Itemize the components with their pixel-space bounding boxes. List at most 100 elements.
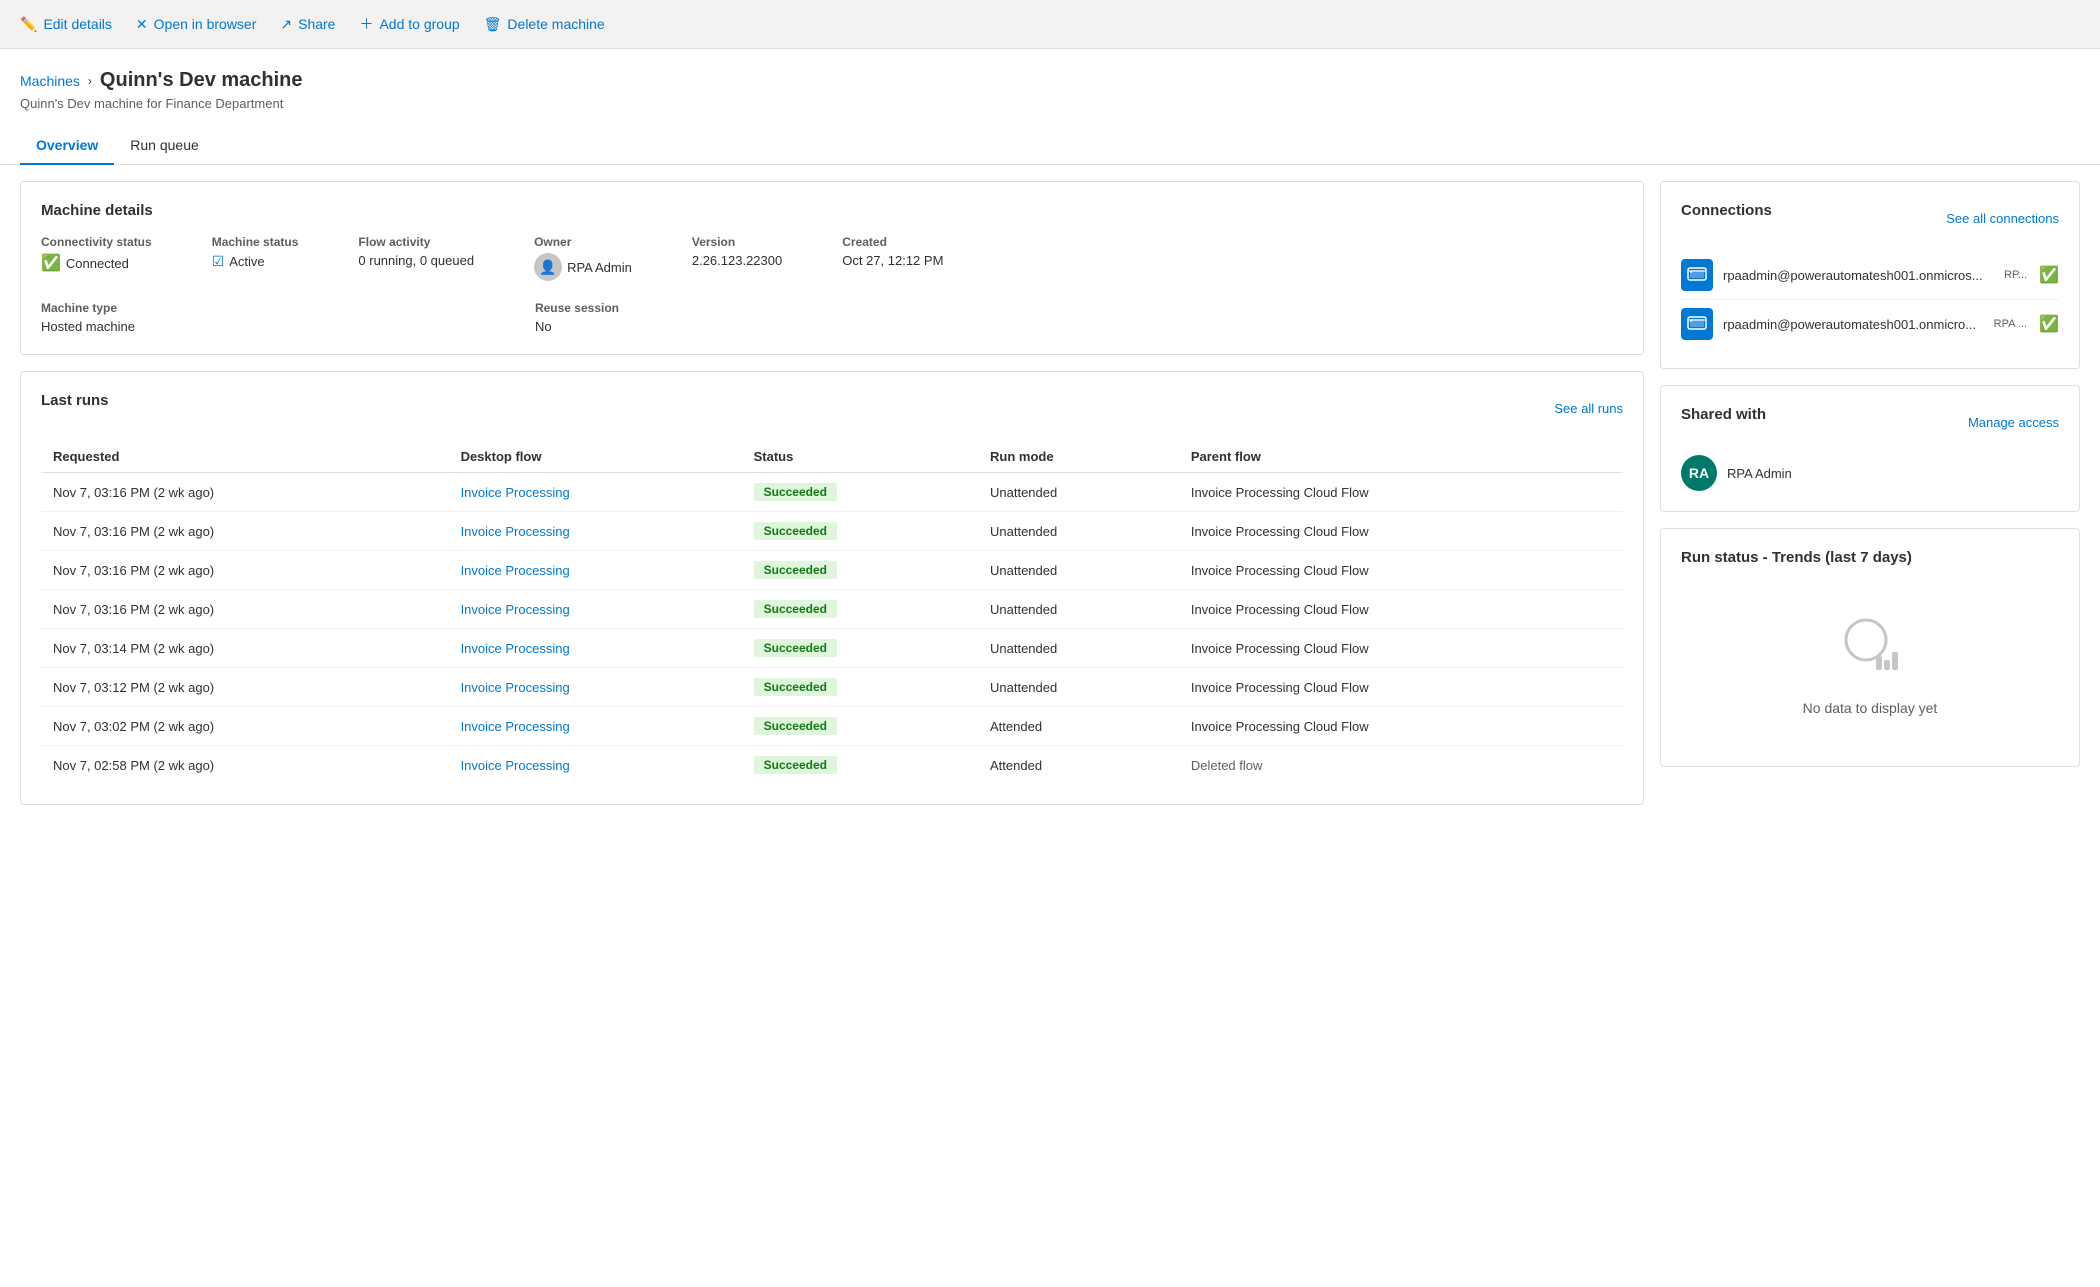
reuse-session-value: No — [535, 319, 619, 334]
col-parent-flow: Parent flow — [1179, 441, 1623, 473]
tab-overview[interactable]: Overview — [20, 127, 114, 165]
cell-parent-flow: Deleted flow — [1179, 746, 1623, 785]
cell-requested: Nov 7, 02:58 PM (2 wk ago) — [41, 746, 449, 785]
table-row: Nov 7, 03:12 PM (2 wk ago) Invoice Proce… — [41, 668, 1623, 707]
cell-desktop-flow[interactable]: Invoice Processing — [449, 746, 742, 785]
toolbar: ✏️ Edit details ✕ Open in browser ↗ Shar… — [0, 0, 2100, 49]
avatar: RA — [1681, 455, 1717, 491]
cell-status: Succeeded — [742, 512, 978, 551]
cell-run-mode: Attended — [978, 707, 1179, 746]
machine-details-row2: Machine type Hosted machine Reuse sessio… — [41, 301, 1623, 334]
table-row: Nov 7, 03:14 PM (2 wk ago) Invoice Proce… — [41, 629, 1623, 668]
connection-badge: RPA ... — [1994, 318, 2027, 330]
cell-status: Succeeded — [742, 590, 978, 629]
cell-desktop-flow[interactable]: Invoice Processing — [449, 473, 742, 512]
machine-type: Machine type Hosted machine — [41, 301, 135, 334]
edit-label: Edit details — [43, 16, 111, 32]
cell-requested: Nov 7, 03:16 PM (2 wk ago) — [41, 473, 449, 512]
breadcrumb-parent[interactable]: Machines — [20, 73, 80, 89]
table-row: Nov 7, 03:16 PM (2 wk ago) Invoice Proce… — [41, 590, 1623, 629]
created-label: Created — [842, 235, 943, 249]
tabs: Overview Run queue — [0, 127, 2100, 165]
see-all-runs-link[interactable]: See all runs — [1554, 401, 1623, 416]
connectivity-status: Connectivity status ✅ Connected — [41, 235, 152, 281]
runs-table: Requested Desktop flow Status Run mode P… — [41, 441, 1623, 784]
table-header-row: Requested Desktop flow Status Run mode P… — [41, 441, 1623, 473]
cell-parent-flow[interactable]: Invoice Processing Cloud Flow — [1179, 512, 1623, 551]
cell-parent-flow[interactable]: Invoice Processing Cloud Flow — [1179, 590, 1623, 629]
version-value: 2.26.123.22300 — [692, 253, 782, 268]
table-row: Nov 7, 03:16 PM (2 wk ago) Invoice Proce… — [41, 473, 1623, 512]
edit-details-button[interactable]: ✏️ Edit details — [20, 12, 112, 37]
connection-item: rpaadmin@powerautomatesh001.onmicros... … — [1681, 251, 2059, 300]
main-content: Machine details Connectivity status ✅ Co… — [0, 165, 2100, 821]
tab-run-queue[interactable]: Run queue — [114, 127, 215, 165]
cell-run-mode: Unattended — [978, 668, 1179, 707]
cell-parent-flow[interactable]: Invoice Processing Cloud Flow — [1179, 629, 1623, 668]
cell-desktop-flow[interactable]: Invoice Processing — [449, 668, 742, 707]
add-group-label: Add to group — [379, 16, 459, 32]
run-status-card: Run status - Trends (last 7 days) No dat… — [1660, 528, 2080, 767]
cell-desktop-flow[interactable]: Invoice Processing — [449, 512, 742, 551]
share-button[interactable]: ↗ Share — [280, 12, 335, 37]
see-all-connections-link[interactable]: See all connections — [1946, 211, 2059, 226]
machine-type-label: Machine type — [41, 301, 135, 315]
machine-status-value: ☑ Active — [212, 253, 299, 270]
connections-list: rpaadmin@powerautomatesh001.onmicros... … — [1681, 251, 2059, 348]
cell-parent-flow[interactable]: Invoice Processing Cloud Flow — [1179, 668, 1623, 707]
col-run-mode: Run mode — [978, 441, 1179, 473]
delete-icon: 🗑 — [484, 16, 502, 33]
breadcrumb: Machines › Quinn's Dev machine — [20, 69, 2080, 92]
manage-access-link[interactable]: Manage access — [1968, 415, 2059, 430]
page-subtitle: Quinn's Dev machine for Finance Departme… — [20, 96, 2080, 111]
version: Version 2.26.123.22300 — [692, 235, 782, 281]
cell-desktop-flow[interactable]: Invoice Processing — [449, 629, 742, 668]
cell-status: Succeeded — [742, 746, 978, 785]
avatar-name: RPA Admin — [1727, 466, 1792, 481]
cell-parent-flow[interactable]: Invoice Processing Cloud Flow — [1179, 473, 1623, 512]
cell-requested: Nov 7, 03:16 PM (2 wk ago) — [41, 512, 449, 551]
cell-parent-flow[interactable]: Invoice Processing Cloud Flow — [1179, 551, 1623, 590]
add-to-group-button[interactable]: ＋ Add to group — [359, 10, 459, 38]
cell-status: Succeeded — [742, 629, 978, 668]
cell-status: Succeeded — [742, 551, 978, 590]
trends-empty-text: No data to display yet — [1803, 700, 1938, 716]
flow-activity-label: Flow activity — [358, 235, 474, 249]
machine-details-row1: Connectivity status ✅ Connected Machine … — [41, 235, 1623, 281]
share-icon: ↗ — [280, 16, 292, 33]
cell-desktop-flow[interactable]: Invoice Processing — [449, 707, 742, 746]
open-browser-button[interactable]: ✕ Open in browser — [136, 12, 256, 37]
connected-icon: ✅ — [41, 253, 61, 273]
cell-requested: Nov 7, 03:14 PM (2 wk ago) — [41, 629, 449, 668]
cell-desktop-flow[interactable]: Invoice Processing — [449, 590, 742, 629]
edit-icon: ✏️ — [20, 16, 37, 33]
connection-badge: RP... — [2004, 269, 2027, 281]
connectivity-value: ✅ Connected — [41, 253, 152, 273]
active-icon: ☑ — [212, 253, 225, 270]
cell-requested: Nov 7, 03:16 PM (2 wk ago) — [41, 590, 449, 629]
shared-with-card: Shared with Manage access RA RPA Admin — [1660, 385, 2080, 512]
table-row: Nov 7, 03:02 PM (2 wk ago) Invoice Proce… — [41, 707, 1623, 746]
cell-parent-flow[interactable]: Invoice Processing Cloud Flow — [1179, 707, 1623, 746]
open-browser-label: Open in browser — [154, 16, 257, 32]
owner: Owner 👤 RPA Admin — [534, 235, 632, 281]
shared-with-header: Shared with Manage access — [1681, 406, 2059, 439]
connection-item: rpaadmin@powerautomatesh001.onmicro... R… — [1681, 300, 2059, 348]
trends-empty-icon — [1838, 612, 1902, 688]
table-row: Nov 7, 03:16 PM (2 wk ago) Invoice Proce… — [41, 512, 1623, 551]
connection-icon — [1681, 259, 1713, 291]
cell-run-mode: Unattended — [978, 512, 1179, 551]
cell-requested: Nov 7, 03:02 PM (2 wk ago) — [41, 707, 449, 746]
cell-run-mode: Unattended — [978, 551, 1179, 590]
cell-desktop-flow[interactable]: Invoice Processing — [449, 551, 742, 590]
cell-run-mode: Unattended — [978, 590, 1179, 629]
cell-run-mode: Attended — [978, 746, 1179, 785]
delete-machine-button[interactable]: 🗑 Delete machine — [484, 12, 605, 37]
trends-empty: No data to display yet — [1681, 582, 2059, 746]
connection-email: rpaadmin@powerautomatesh001.onmicro... — [1723, 317, 1986, 332]
cell-status: Succeeded — [742, 707, 978, 746]
cell-run-mode: Unattended — [978, 629, 1179, 668]
run-status-title: Run status - Trends (last 7 days) — [1681, 549, 2059, 566]
col-desktop-flow: Desktop flow — [449, 441, 742, 473]
share-label: Share — [298, 16, 335, 32]
